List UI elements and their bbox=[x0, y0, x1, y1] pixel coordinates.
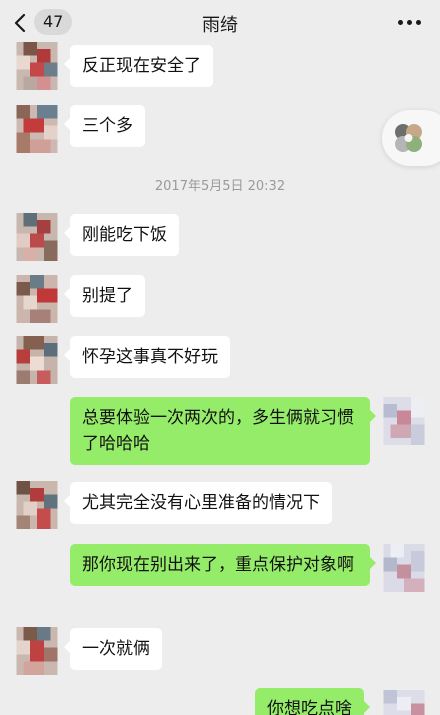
contact-avatar[interactable] bbox=[16, 275, 58, 323]
message-bubble: 三个多 bbox=[64, 105, 145, 147]
contact-avatar[interactable] bbox=[16, 336, 58, 384]
contact-avatar[interactable] bbox=[16, 213, 58, 261]
floating-window-icon bbox=[395, 124, 422, 152]
contact-avatar[interactable] bbox=[16, 481, 58, 529]
contact-avatar[interactable] bbox=[16, 627, 58, 675]
self-avatar[interactable] bbox=[383, 690, 425, 715]
floating-window-button[interactable] bbox=[382, 110, 440, 166]
message-bubble-self: 你想吃点啥 bbox=[255, 688, 370, 715]
contact-avatar[interactable] bbox=[16, 105, 58, 153]
contact-avatar[interactable] bbox=[16, 42, 58, 90]
self-avatar[interactable] bbox=[383, 397, 425, 445]
message-bubble: 怀孕这事真不好玩 bbox=[64, 336, 230, 378]
message-bubble: 别提了 bbox=[64, 275, 145, 317]
message-bubble-self: 总要体验一次两次的，多生俩就习惯了哈哈哈 bbox=[70, 397, 376, 465]
more-dots-icon[interactable] bbox=[398, 12, 422, 32]
message-bubble: 尤其完全没有心里准备的情况下 bbox=[64, 482, 332, 524]
self-avatar[interactable] bbox=[383, 544, 425, 592]
message-bubble: 一次就俩 bbox=[64, 628, 162, 670]
chat-title: 雨绮 bbox=[202, 15, 238, 36]
message-bubble: 刚能吃下饭 bbox=[64, 214, 179, 256]
nav-bar: 47 雨绮 bbox=[0, 0, 440, 44]
message-bubble: 反正现在安全了 bbox=[64, 45, 213, 87]
message-bubble-self: 那你现在别出来了，重点保护对象啊 bbox=[70, 544, 376, 586]
timestamp: 2017年5月5日 20:32 bbox=[154, 179, 286, 194]
